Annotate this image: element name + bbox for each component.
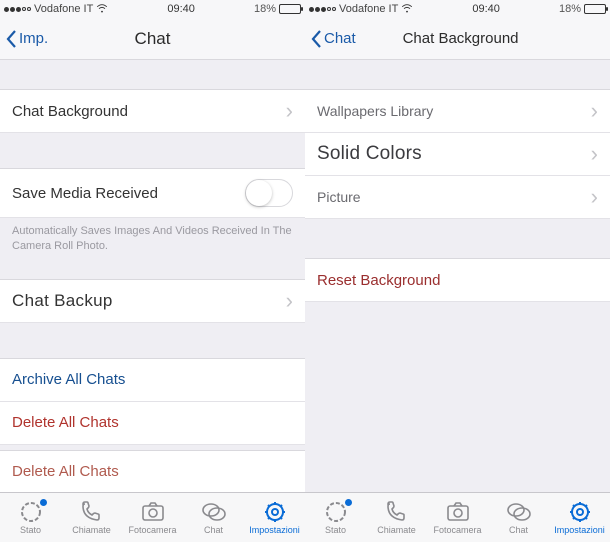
reset-background-row[interactable]: Reset Background <box>305 258 610 302</box>
tab-impostazioni[interactable]: Impostazioni <box>245 500 305 535</box>
tab-label: Fotocamera <box>128 525 176 535</box>
chevron-right-icon: › <box>591 143 598 165</box>
chevron-right-icon: › <box>591 186 598 208</box>
tab-label: Fotocamera <box>433 525 481 535</box>
status-bar: Vodafone IT 09:40 18% <box>305 0 610 18</box>
save-media-toggle[interactable] <box>245 179 293 207</box>
chat-backup-row[interactable]: Chat Backup › <box>0 279 305 323</box>
tab-fotocamera[interactable]: Fotocamera <box>123 500 183 535</box>
row-label: Delete All Chats <box>12 463 119 480</box>
row-label: Picture <box>317 189 361 205</box>
row-label: Save Media Received <box>12 185 158 202</box>
gear-icon <box>262 500 288 524</box>
chevron-right-icon: › <box>286 100 293 122</box>
archive-all-row[interactable]: Archive All Chats <box>0 358 305 402</box>
row-label: Chat Backup <box>12 291 113 311</box>
tab-chat[interactable]: Chat <box>489 500 549 535</box>
camera-icon <box>140 500 166 524</box>
camera-icon <box>445 500 471 524</box>
tab-label: Impostazioni <box>249 525 300 535</box>
row-label: Archive All Chats <box>12 371 125 388</box>
battery-percent: 18% <box>254 3 276 15</box>
tab-stato[interactable]: Stato <box>1 500 61 535</box>
tab-stato[interactable]: Stato <box>306 500 366 535</box>
carrier-label: Vodafone IT <box>34 3 93 15</box>
row-label: Delete All Chats <box>12 414 119 431</box>
picture-row[interactable]: Picture › <box>305 175 610 219</box>
chats-icon <box>201 500 227 524</box>
row-label: Chat Background <box>12 103 128 120</box>
nav-bar: Imp. Chat <box>0 18 305 60</box>
left-screen: Vodafone IT 09:40 18% Imp. Chat Chat Bac… <box>0 0 305 542</box>
phone-icon <box>79 500 105 524</box>
tab-chiamate[interactable]: Chiamate <box>62 500 122 535</box>
wallpapers-library-row[interactable]: Wallpapers Library › <box>305 89 610 133</box>
tab-label: Impostazioni <box>554 525 605 535</box>
carrier-label: Vodafone IT <box>339 3 398 15</box>
nav-bar: Chat Chat Background <box>305 18 610 60</box>
battery-icon <box>279 4 301 14</box>
back-button[interactable]: Chat <box>311 30 356 48</box>
status-time: 09:40 <box>472 3 500 15</box>
tab-impostazioni[interactable]: Impostazioni <box>550 500 610 535</box>
delete-all-row-2[interactable]: Delete All Chats <box>0 450 305 492</box>
tab-label: Stato <box>325 525 346 535</box>
settings-list: Chat Background › Save Media Received Au… <box>0 60 305 492</box>
tab-label: Chat <box>509 525 528 535</box>
tab-fotocamera[interactable]: Fotocamera <box>428 500 488 535</box>
tab-label: Stato <box>20 525 41 535</box>
tab-chat[interactable]: Chat <box>184 500 244 535</box>
tab-label: Chiamate <box>72 525 111 535</box>
back-label: Imp. <box>19 30 48 47</box>
battery-icon <box>584 4 606 14</box>
badge-dot-icon <box>40 499 47 506</box>
back-label: Chat <box>324 30 356 47</box>
save-media-note: Automatically Saves Images And Videos Re… <box>0 218 305 264</box>
chevron-right-icon: › <box>591 100 598 122</box>
chevron-right-icon: › <box>286 290 293 312</box>
signal-strength-icon <box>309 7 336 12</box>
tab-label: Chat <box>204 525 223 535</box>
chat-background-row[interactable]: Chat Background › <box>0 89 305 133</box>
chats-icon <box>506 500 532 524</box>
wifi-icon <box>401 3 413 16</box>
back-button[interactable]: Imp. <box>6 30 48 48</box>
save-media-row: Save Media Received <box>0 168 305 218</box>
right-screen: Vodafone IT 09:40 18% Chat Chat Backgrou… <box>305 0 610 542</box>
row-label: Wallpapers Library <box>317 103 433 119</box>
tab-chiamate[interactable]: Chiamate <box>367 500 427 535</box>
badge-dot-icon <box>345 499 352 506</box>
page-title: Chat Background <box>403 30 519 47</box>
signal-strength-icon <box>4 7 31 12</box>
phone-icon <box>384 500 410 524</box>
row-label: Solid Colors <box>317 143 422 165</box>
wifi-icon <box>96 3 108 16</box>
row-label: Reset Background <box>317 272 440 289</box>
battery-percent: 18% <box>559 3 581 15</box>
solid-colors-row[interactable]: Solid Colors › <box>305 132 610 176</box>
background-list: Wallpapers Library › Solid Colors › Pict… <box>305 60 610 492</box>
tab-label: Chiamate <box>377 525 416 535</box>
status-time: 09:40 <box>167 3 195 15</box>
tab-bar: Stato Chiamate Fotocamera Chat Impostazi… <box>0 492 305 542</box>
gear-icon <box>567 500 593 524</box>
delete-all-row-1[interactable]: Delete All Chats <box>0 401 305 445</box>
status-bar: Vodafone IT 09:40 18% <box>0 0 305 18</box>
page-title: Chat <box>135 29 171 49</box>
tab-bar: Stato Chiamate Fotocamera Chat Impostazi… <box>305 492 610 542</box>
